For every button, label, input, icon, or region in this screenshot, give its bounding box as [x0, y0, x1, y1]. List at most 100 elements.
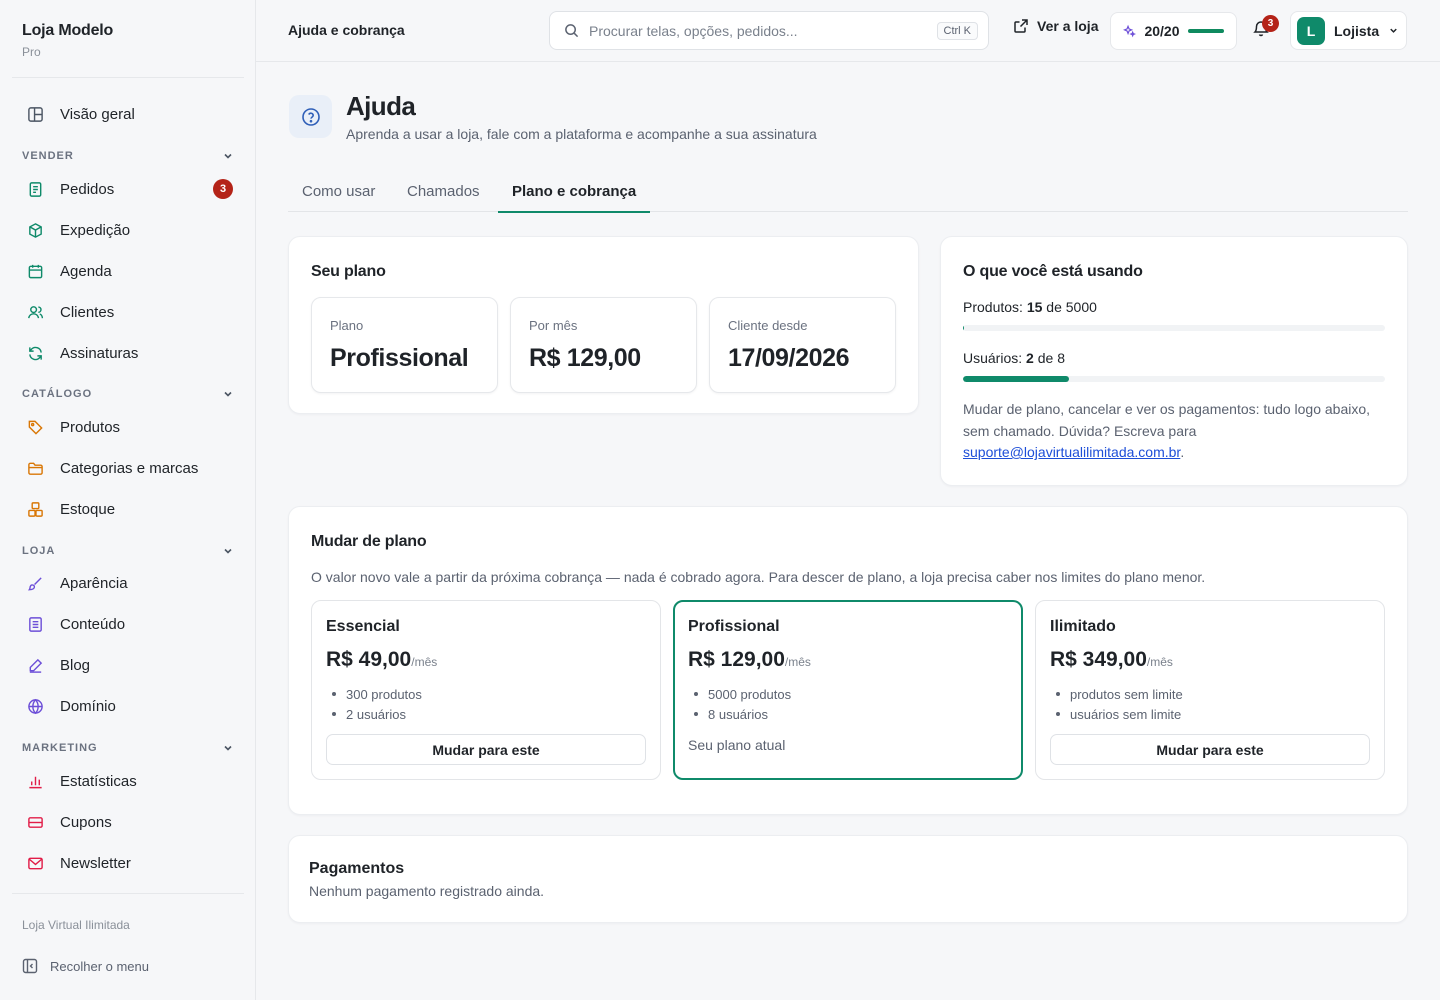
sidebar-group-marketing[interactable]: MARKETING	[22, 739, 234, 757]
search-shortcut: Ctrl K	[936, 21, 978, 40]
support-email-link[interactable]: suporte@lojavirtualilimitada.com.br	[963, 444, 1180, 460]
sidebar-item-estatisticas[interactable]: Estatísticas	[12, 763, 244, 799]
sidebar-item-clientes[interactable]: Clientes	[12, 294, 244, 330]
sidebar-item-dominio[interactable]: Domínio	[12, 688, 244, 724]
payments-card: Pagamentos Nenhum pagamento registrado a…	[288, 835, 1408, 923]
change-plan-card: Mudar de plano O valor novo vale a parti…	[288, 506, 1408, 815]
usage-note-text: Mudar de plano, cancelar e ver os pagame…	[963, 401, 1371, 439]
plan-name: Ilimitado	[1050, 618, 1116, 635]
help-icon-tile	[289, 95, 332, 138]
sidebar-group-catalogo[interactable]: CATÁLOGO	[22, 385, 234, 403]
plan-feature: 2 usuários	[326, 704, 422, 724]
usage-fill	[963, 325, 965, 331]
orders-badge: 3	[213, 179, 233, 199]
plan-feature: produtos sem limite	[1050, 684, 1183, 704]
stat-label: Plano	[330, 318, 364, 333]
plan-price-value: R$ 49,00	[326, 648, 412, 671]
current-plan-label: Seu plano atual	[688, 737, 786, 753]
sidebar-item-label: Cupons	[60, 813, 112, 831]
card-title: Pagamentos	[309, 860, 405, 877]
sidebar-item-label: Clientes	[60, 303, 115, 321]
sidebar-item-overview[interactable]: Visão geral	[12, 96, 244, 132]
view-store-link[interactable]: Ver a loja	[1013, 18, 1098, 34]
sidebar-item-blog[interactable]: Blog	[12, 647, 244, 683]
help-circle-icon	[301, 107, 320, 126]
topbar: Ajuda e cobrança Ctrl K Ver a loja 20/20…	[256, 0, 1440, 62]
tab-chamados[interactable]: Chamados	[407, 170, 480, 212]
usage-prefix: Produtos:	[963, 299, 1023, 315]
plan-feature: usuários sem limite	[1050, 704, 1183, 724]
plan-features: 300 produtos 2 usuários	[326, 684, 422, 724]
chevron-down-icon	[224, 548, 232, 554]
sidebar-group-loja[interactable]: LOJA	[22, 542, 234, 560]
sidebar-item-expedicao[interactable]: Expedição	[12, 212, 244, 248]
sidebar-item-estoque[interactable]: Estoque	[12, 491, 244, 527]
chevron-down-icon	[224, 153, 232, 159]
switch-to-essencial-button[interactable]: Mudar para este	[326, 734, 646, 765]
stat-plan: Plano Profissional	[311, 297, 498, 393]
notifications-button[interactable]: 3	[1252, 15, 1279, 41]
collapse-menu-button[interactable]: Recolher o menu	[22, 958, 149, 974]
user-menu[interactable]: L Lojista	[1290, 11, 1407, 50]
document-icon	[26, 615, 44, 633]
tab-como-usar[interactable]: Como usar	[302, 170, 375, 212]
sidebar-item-aparencia[interactable]: Aparência	[12, 565, 244, 601]
sidebar-item-assinaturas[interactable]: Assinaturas	[12, 335, 244, 371]
quota-indicator[interactable]: 20/20	[1110, 12, 1237, 50]
sidebar-item-label: Aparência	[60, 574, 128, 592]
sidebar-item-label: Expedição	[60, 221, 131, 239]
sidebar-item-pedidos[interactable]: Pedidos 3	[12, 171, 244, 207]
collapse-menu-label: Recolher o menu	[50, 958, 149, 974]
sidebar-item-cupons[interactable]: Cupons	[12, 804, 244, 840]
sidebar-item-label: Visão geral	[60, 105, 135, 123]
stat-label: Cliente desde	[728, 318, 808, 333]
sidebar-item-conteudo[interactable]: Conteúdo	[12, 606, 244, 642]
sidebar-group-vender[interactable]: VENDER	[22, 147, 234, 165]
globe-icon	[26, 697, 44, 715]
plan-option-essencial: Essencial R$ 49,00/mês 300 produtos 2 us…	[311, 600, 661, 780]
sidebar-divider	[12, 77, 244, 78]
users-usage: Usuários: 2 de 8	[963, 350, 1065, 366]
plan-features: 5000 produtos 8 usuários	[688, 684, 791, 724]
tabs: Como usar Chamados Plano e cobrança	[288, 170, 1408, 213]
usage-prefix: Usuários:	[963, 350, 1023, 366]
plan-features: produtos sem limite usuários sem limite	[1050, 684, 1183, 724]
usage-used: 15	[1026, 299, 1043, 315]
usage-limit: 5000	[1065, 299, 1097, 315]
chevron-down-icon	[224, 745, 232, 751]
sidebar-item-agenda[interactable]: Agenda	[12, 253, 244, 289]
sidebar: Loja Modelo Pro Visão geral VENDER Pedid…	[0, 0, 256, 1000]
boxes-icon	[26, 500, 44, 518]
search-icon	[565, 24, 579, 38]
sidebar-item-label: Assinaturas	[60, 344, 139, 362]
sidebar-divider	[12, 893, 244, 894]
sidebar-item-produtos[interactable]: Produtos	[12, 409, 244, 445]
avatar: L	[1297, 16, 1325, 45]
usage-sep: de	[1037, 350, 1054, 366]
search-box[interactable]: Ctrl K	[549, 11, 989, 50]
plan-price-value: R$ 129,00	[688, 648, 785, 671]
tab-plano-cobranca[interactable]: Plano e cobrança	[497, 170, 651, 213]
plan-feature: 300 produtos	[326, 684, 422, 704]
refresh-icon	[26, 344, 44, 362]
layout-icon	[26, 105, 44, 123]
change-plan-description: O valor novo vale a partir da próxima co…	[311, 569, 1206, 585]
plan-feature: 5000 produtos	[688, 684, 791, 704]
card-title: Seu plano	[311, 263, 386, 280]
quota-bar	[1187, 29, 1224, 33]
user-name: Lojista	[1334, 22, 1380, 39]
sidebar-footer: Loja Virtual Ilimitada	[22, 918, 130, 932]
sidebar-item-label: Estoque	[60, 500, 116, 518]
stat-customer-since: Cliente desde 17/09/2026	[709, 297, 896, 393]
plan-option-ilimitado: Ilimitado R$ 349,00/mês produtos sem lim…	[1035, 600, 1385, 780]
switch-to-ilimitado-button[interactable]: Mudar para este	[1050, 734, 1370, 765]
quota-fill	[1187, 29, 1224, 33]
ticket-icon	[26, 813, 44, 831]
users-icon	[26, 303, 44, 321]
chevron-down-icon	[224, 391, 232, 397]
plan-price-value: R$ 349,00	[1050, 648, 1147, 671]
search-input[interactable]	[589, 22, 937, 39]
sidebar-item-label: Agenda	[60, 262, 112, 280]
sidebar-item-newsletter[interactable]: Newsletter	[12, 845, 244, 881]
sidebar-item-categorias[interactable]: Categorias e marcas	[12, 450, 244, 486]
